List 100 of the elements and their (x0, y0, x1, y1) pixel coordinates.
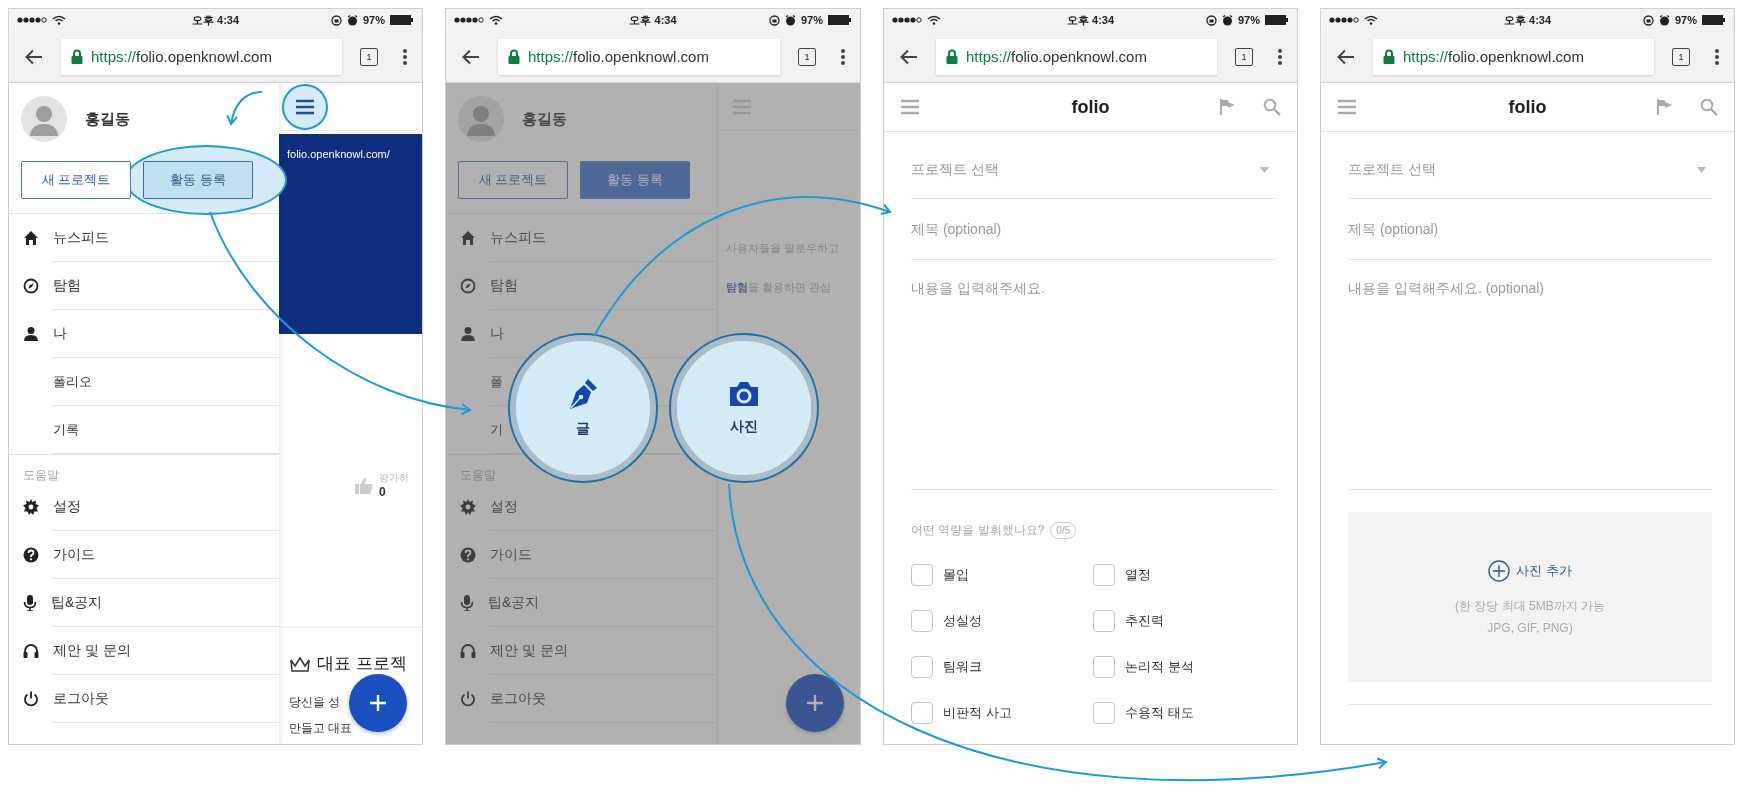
compass-icon (460, 278, 476, 294)
upload-hint: JPG, GIF, PNG) (1487, 620, 1573, 635)
headset-icon (23, 643, 39, 659)
tab-count-button[interactable]: 1 (360, 47, 378, 66)
thumbs-up-icon (355, 476, 373, 494)
crown-icon (289, 654, 311, 673)
tab-count-button[interactable]: 1 (798, 47, 816, 66)
url-field[interactable]: https://folio.openknowl.com (61, 38, 342, 75)
new-project-button[interactable]: 새 프로젝트 (21, 161, 131, 199)
more-icon[interactable] (1714, 47, 1720, 66)
checkbox-label: 팀워크 (943, 658, 982, 676)
battery-icon (1265, 15, 1289, 25)
checkbox[interactable] (1093, 610, 1115, 632)
tab-count-button[interactable]: 1 (1672, 47, 1690, 66)
signal-icon (892, 16, 922, 24)
rotation-lock-icon (1642, 14, 1654, 26)
tab-count-button[interactable]: 1 (1235, 47, 1253, 66)
wifi-icon (489, 15, 503, 25)
body-text: 만들고 대표 (288, 720, 353, 737)
person-icon (460, 326, 476, 342)
url-field[interactable]: https://folio.openknowl.com (1373, 38, 1654, 75)
back-arrow-icon[interactable] (462, 48, 480, 65)
status-time: 오후 4:34 (191, 12, 240, 28)
url-text: https://folio.openknowl.com (1403, 48, 1584, 65)
battery-percent: 97% (1237, 14, 1260, 26)
microphone-icon (23, 595, 37, 611)
help-icon (23, 547, 39, 563)
caret-icon (1260, 167, 1269, 173)
lock-icon (71, 49, 83, 64)
signal-icon (454, 16, 484, 24)
add-photo-button[interactable]: 사진 추가 (1488, 559, 1572, 582)
avatar-icon (458, 96, 504, 142)
pen-icon (568, 378, 598, 410)
flag-icon[interactable] (1656, 98, 1674, 116)
lock-icon (946, 49, 958, 64)
alarm-icon (1658, 14, 1670, 26)
rotation-lock-icon (330, 14, 342, 26)
avatar-icon (21, 96, 67, 142)
alarm-icon (784, 14, 796, 26)
url-text: https://folio.openknowl.com (528, 48, 709, 65)
gear-icon (460, 499, 476, 515)
user-name: 홍길동 (522, 109, 567, 129)
rotation-lock-icon (1205, 14, 1217, 26)
wifi-icon (52, 15, 66, 25)
record-activity-button[interactable]: 활동 등록 (143, 161, 253, 199)
person-icon (23, 326, 39, 342)
rating-count: 0 (379, 485, 387, 499)
battery-icon (828, 15, 852, 25)
signal-icon (1329, 16, 1359, 24)
user-name: 홍길동 (85, 109, 130, 129)
lock-icon (508, 49, 520, 64)
battery-icon (1702, 15, 1726, 25)
checkbox-label: 성실성 (943, 612, 982, 630)
battery-percent: 97% (800, 14, 823, 26)
highlight-ring (282, 83, 328, 130)
rating-label: 평가하 (379, 471, 409, 485)
alarm-icon (1221, 14, 1233, 26)
banner-url: folio.openknowl.com/ (287, 148, 390, 160)
checkbox[interactable] (1093, 564, 1115, 586)
status-time: 오후 4:34 (629, 12, 677, 28)
compass-icon (23, 278, 39, 294)
search-icon[interactable] (1263, 98, 1281, 116)
battery-percent: 97% (1674, 14, 1697, 26)
arrow (226, 91, 263, 125)
more-icon[interactable] (402, 47, 408, 66)
checkbox[interactable] (911, 610, 933, 632)
checkbox[interactable] (911, 656, 933, 678)
back-arrow-icon[interactable] (1337, 48, 1355, 65)
plus-icon (806, 694, 824, 712)
more-icon[interactable] (1277, 47, 1283, 66)
lock-icon (1383, 49, 1395, 64)
search-icon[interactable] (1700, 98, 1718, 116)
power-icon (23, 691, 39, 707)
power-icon (460, 691, 476, 707)
status-time: 오후 4:34 (1503, 12, 1552, 28)
url-field[interactable]: https://folio.openknowl.com (498, 38, 780, 75)
wifi-icon (927, 15, 941, 25)
wifi-icon (1364, 15, 1378, 25)
home-icon (23, 230, 39, 246)
url-text: https://folio.openknowl.com (966, 48, 1147, 65)
checkbox[interactable] (1093, 702, 1115, 724)
upload-hint: (한 장당 최대 5MB까지 가능 (1455, 597, 1605, 615)
flag-icon[interactable] (1219, 98, 1237, 116)
question-label: 어떤 역량을 발휘했나요? (911, 521, 1045, 539)
status-time: 오후 4:34 (1066, 12, 1115, 28)
menu-icon[interactable] (295, 98, 315, 115)
url-field[interactable]: https://folio.openknowl.com (936, 38, 1217, 75)
rotation-lock-icon (768, 14, 780, 26)
section-title: 대표 프로젝 (317, 653, 407, 675)
more-icon[interactable] (840, 47, 846, 66)
back-arrow-icon[interactable] (25, 48, 43, 65)
home-icon (460, 230, 476, 246)
checkbox[interactable] (911, 564, 933, 586)
checkbox-label: 열정 (1125, 566, 1151, 584)
checkbox[interactable] (911, 702, 933, 724)
checkbox[interactable] (1093, 656, 1115, 678)
checkbox-label: 추진력 (1125, 612, 1164, 630)
url-text: https://folio.openknowl.com (91, 48, 272, 65)
back-arrow-icon[interactable] (900, 48, 918, 65)
microphone-icon (460, 595, 474, 611)
